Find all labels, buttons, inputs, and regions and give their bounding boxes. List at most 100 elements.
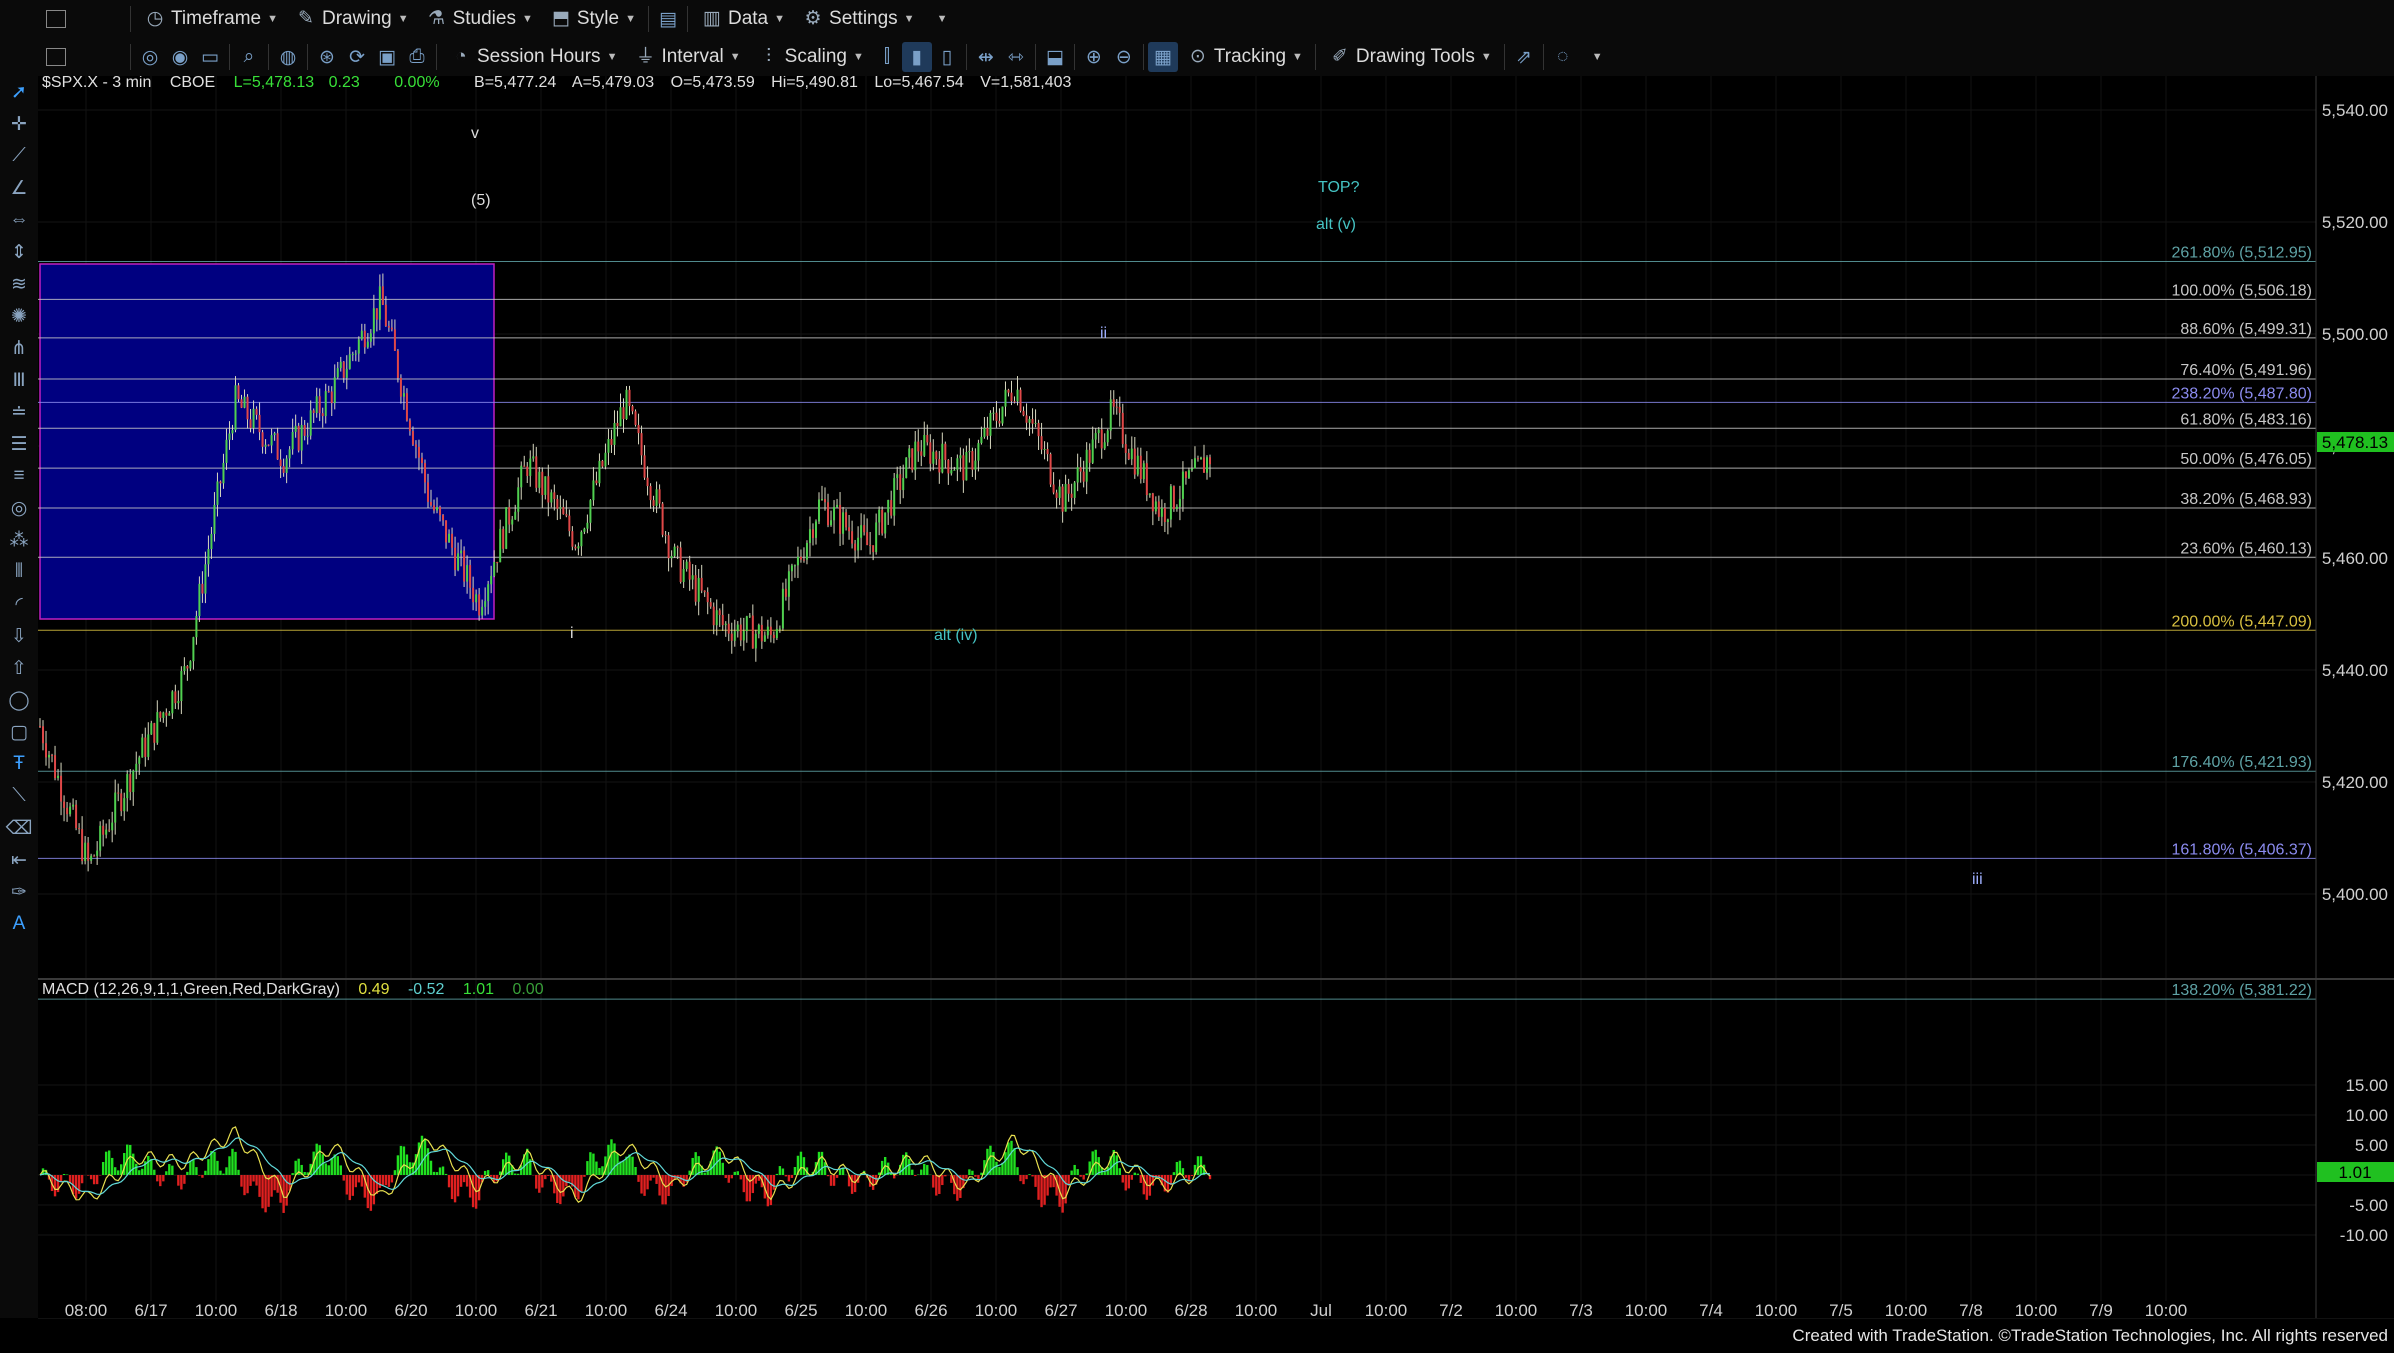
- arrow-up-icon[interactable]: ⇧: [0, 652, 38, 684]
- layout-icon[interactable]: ▤: [653, 4, 683, 34]
- parallel-lines-icon[interactable]: ≋: [0, 268, 38, 300]
- macd-histogram-bar: [249, 1175, 252, 1186]
- candle-body: [198, 583, 201, 617]
- macd-histogram-bar: [835, 1175, 839, 1178]
- snap-icon[interactable]: ⇤: [0, 844, 38, 876]
- cursor-circle-icon[interactable]: ◎: [135, 42, 165, 72]
- pencil-icon: ✎: [298, 8, 314, 29]
- vertical-arrow-icon[interactable]: ⇕: [0, 236, 38, 268]
- candle-body: [165, 712, 168, 716]
- data-menu[interactable]: ▥ Data ▼: [692, 4, 793, 34]
- candle-body: [616, 422, 619, 427]
- wave-label[interactable]: iii: [1972, 871, 1983, 888]
- candle-body: [655, 489, 658, 506]
- macd-histogram-bar: [354, 1175, 358, 1188]
- chat-icon[interactable]: ◌: [1548, 42, 1578, 72]
- print-icon[interactable]: ⎙: [402, 42, 432, 72]
- save-icon[interactable]: ▣: [372, 42, 402, 72]
- refresh-icon[interactable]: ⟳: [342, 42, 372, 72]
- candlestick-icon[interactable]: ▮: [901, 42, 932, 72]
- speed-lines-icon[interactable]: ⫴: [0, 556, 38, 588]
- interval-menu[interactable]: ⏚ Interval ▼: [625, 42, 748, 72]
- macd-histogram-bar: [742, 1175, 746, 1193]
- ellipse-icon[interactable]: ◯: [0, 684, 38, 716]
- candle-body: [920, 451, 923, 456]
- more-menu[interactable]: ▼: [923, 4, 956, 34]
- horizontal-arrow-icon[interactable]: ⇔: [0, 204, 38, 236]
- candle-body: [231, 430, 234, 434]
- pointer-icon[interactable]: ➚: [0, 76, 38, 108]
- regression-icon[interactable]: ≐: [0, 396, 38, 428]
- candle-body: [628, 389, 631, 407]
- macd-histogram-bar: [465, 1175, 469, 1187]
- zoom-out-bars-icon[interactable]: ⇹: [971, 42, 1001, 72]
- angle-line-icon[interactable]: ∠: [0, 172, 38, 204]
- chart-canvas[interactable]: 261.80% (5,512.95) 100.00% (5,506.18) 88.6…: [38, 76, 2394, 1318]
- macd-histogram-bar: [628, 1154, 631, 1175]
- scaling-menu[interactable]: ⫶ Scaling ▼: [749, 42, 872, 72]
- macd-histogram-bar: [1034, 1175, 1037, 1187]
- settings-menu[interactable]: ⚙ Settings ▼: [793, 4, 923, 34]
- grid-icon[interactable]: ▦: [1147, 42, 1178, 72]
- window-icon[interactable]: [46, 48, 66, 66]
- fib-circle-icon[interactable]: ◎: [0, 492, 38, 524]
- bar-chart-icon[interactable]: ⫿: [872, 42, 902, 72]
- wave-label[interactable]: alt (iv): [934, 627, 978, 644]
- eraser-icon[interactable]: ⌫: [0, 812, 38, 844]
- zoom-in-icon[interactable]: ⊕: [1079, 42, 1109, 72]
- macd-histogram-bar: [92, 1175, 96, 1185]
- text-icon[interactable]: Ŧ: [0, 748, 38, 780]
- text-box-icon[interactable]: A: [0, 908, 38, 940]
- timeframe-menu[interactable]: ◷ Timeframe ▼: [135, 4, 286, 34]
- wave-label[interactable]: (5): [471, 192, 491, 209]
- macd-histogram-bar: [655, 1175, 658, 1184]
- candle-body: [619, 407, 622, 427]
- wave-label[interactable]: i: [570, 625, 574, 642]
- fib-time-icon[interactable]: ⁂: [0, 524, 38, 556]
- gann-fan-icon[interactable]: ✺: [0, 300, 38, 332]
- pitchfork-icon[interactable]: ⋔: [0, 332, 38, 364]
- macd-histogram-bar: [544, 1175, 547, 1180]
- symbol-search-icon[interactable]: ⌕: [234, 42, 264, 72]
- share-icon[interactable]: ⇗: [1509, 42, 1539, 72]
- zoom-out-icon[interactable]: ⊖: [1109, 42, 1139, 72]
- crosshair-icon[interactable]: ✛: [0, 108, 38, 140]
- rectangle-icon[interactable]: ▢: [0, 716, 38, 748]
- split-view-icon[interactable]: ⬓: [1040, 42, 1070, 72]
- candle-body: [827, 502, 830, 526]
- macd-axis-label: -5.00: [2349, 1196, 2388, 1215]
- arrow-down-icon[interactable]: ⇩: [0, 620, 38, 652]
- tracking-menu[interactable]: ⊙ Tracking ▼: [1178, 42, 1311, 72]
- exchange: CBOE: [170, 76, 215, 91]
- trendline-icon[interactable]: ⟋: [0, 140, 38, 172]
- window-list-icon[interactable]: ▭: [195, 42, 225, 72]
- bars-icon[interactable]: Ⅲ: [0, 364, 38, 396]
- time-axis-label: 10:00: [1235, 1301, 1278, 1318]
- style-menu[interactable]: ⬒ Style ▼: [541, 4, 644, 34]
- window-icon[interactable]: [46, 10, 66, 28]
- wave-label[interactable]: TOP?: [1318, 179, 1360, 196]
- paint-icon[interactable]: ✑: [0, 876, 38, 908]
- candle-body: [643, 455, 646, 478]
- session-hours-menu[interactable]: ◔ Session Hours ▼: [441, 42, 625, 72]
- wave-label[interactable]: v: [471, 125, 479, 142]
- fit-bars-icon[interactable]: ⇿: [1001, 42, 1031, 72]
- fib-extension-icon[interactable]: ≡: [0, 460, 38, 492]
- hollow-candle-icon[interactable]: ▯: [932, 42, 962, 72]
- wave-label[interactable]: ii: [1100, 325, 1107, 342]
- drawing-tools-menu[interactable]: ✐ Drawing Tools ▼: [1320, 42, 1500, 72]
- arc-icon[interactable]: ◜: [0, 588, 38, 620]
- ruler-icon[interactable]: ⟍: [0, 780, 38, 812]
- candle-body: [237, 385, 240, 400]
- candle-body: [1061, 486, 1064, 512]
- macd-histogram-bar: [535, 1175, 538, 1189]
- studies-menu[interactable]: ⚗ Studies ▼: [417, 4, 541, 34]
- analysis-icon[interactable]: ◍: [273, 42, 303, 72]
- radar-icon[interactable]: ⊛: [312, 42, 342, 72]
- fib-retracement-icon[interactable]: ☰: [0, 428, 38, 460]
- drawing-menu[interactable]: ✎ Drawing ▼: [286, 4, 417, 34]
- crosshair-circle-icon[interactable]: ◉: [165, 42, 195, 72]
- candle-body: [258, 414, 261, 433]
- wave-label[interactable]: alt (v): [1316, 216, 1356, 233]
- more-menu[interactable]: ▼: [1578, 42, 1611, 72]
